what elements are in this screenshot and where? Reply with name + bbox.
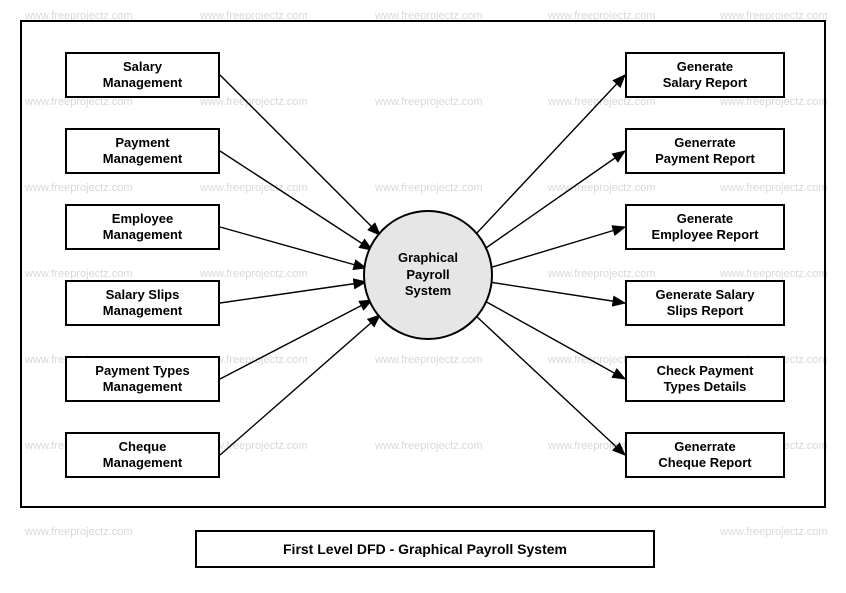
entity-payment-types-management: Payment TypesManagement: [65, 356, 220, 402]
entity-generate-cheque-report: GenerrateCheque Report: [625, 432, 785, 478]
box-label: GenerrateCheque Report: [658, 439, 751, 472]
watermark: www.freeprojectz.com: [720, 526, 828, 538]
process-graphical-payroll-system: GraphicalPayrollSystem: [363, 210, 493, 340]
box-label: EmployeeManagement: [103, 211, 182, 244]
diagram-title-label: First Level DFD - Graphical Payroll Syst…: [283, 541, 567, 557]
entity-salary-slips-management: Salary SlipsManagement: [65, 280, 220, 326]
entity-generate-salary-slips-report: Generate SalarySlips Report: [625, 280, 785, 326]
box-label: Salary SlipsManagement: [103, 287, 182, 320]
entity-check-payment-types-details: Check PaymentTypes Details: [625, 356, 785, 402]
entity-employee-management: EmployeeManagement: [65, 204, 220, 250]
watermark: www.freeprojectz.com: [25, 526, 133, 538]
entity-payment-management: PaymentManagement: [65, 128, 220, 174]
box-label: Check PaymentTypes Details: [657, 363, 754, 396]
box-label: Payment TypesManagement: [95, 363, 189, 396]
entity-generate-salary-report: GenerateSalary Report: [625, 52, 785, 98]
box-label: PaymentManagement: [103, 135, 182, 168]
entity-generate-payment-report: GenerratePayment Report: [625, 128, 785, 174]
entity-cheque-management: ChequeManagement: [65, 432, 220, 478]
diagram-title: First Level DFD - Graphical Payroll Syst…: [195, 530, 655, 568]
process-label: GraphicalPayrollSystem: [398, 250, 458, 301]
box-label: ChequeManagement: [103, 439, 182, 472]
box-label: GenerratePayment Report: [655, 135, 755, 168]
box-label: GenerateSalary Report: [663, 59, 748, 92]
entity-salary-management: SalaryManagement: [65, 52, 220, 98]
box-label: GenerateEmployee Report: [652, 211, 759, 244]
box-label: SalaryManagement: [103, 59, 182, 92]
box-label: Generate SalarySlips Report: [655, 287, 754, 320]
entity-generate-employee-report: GenerateEmployee Report: [625, 204, 785, 250]
